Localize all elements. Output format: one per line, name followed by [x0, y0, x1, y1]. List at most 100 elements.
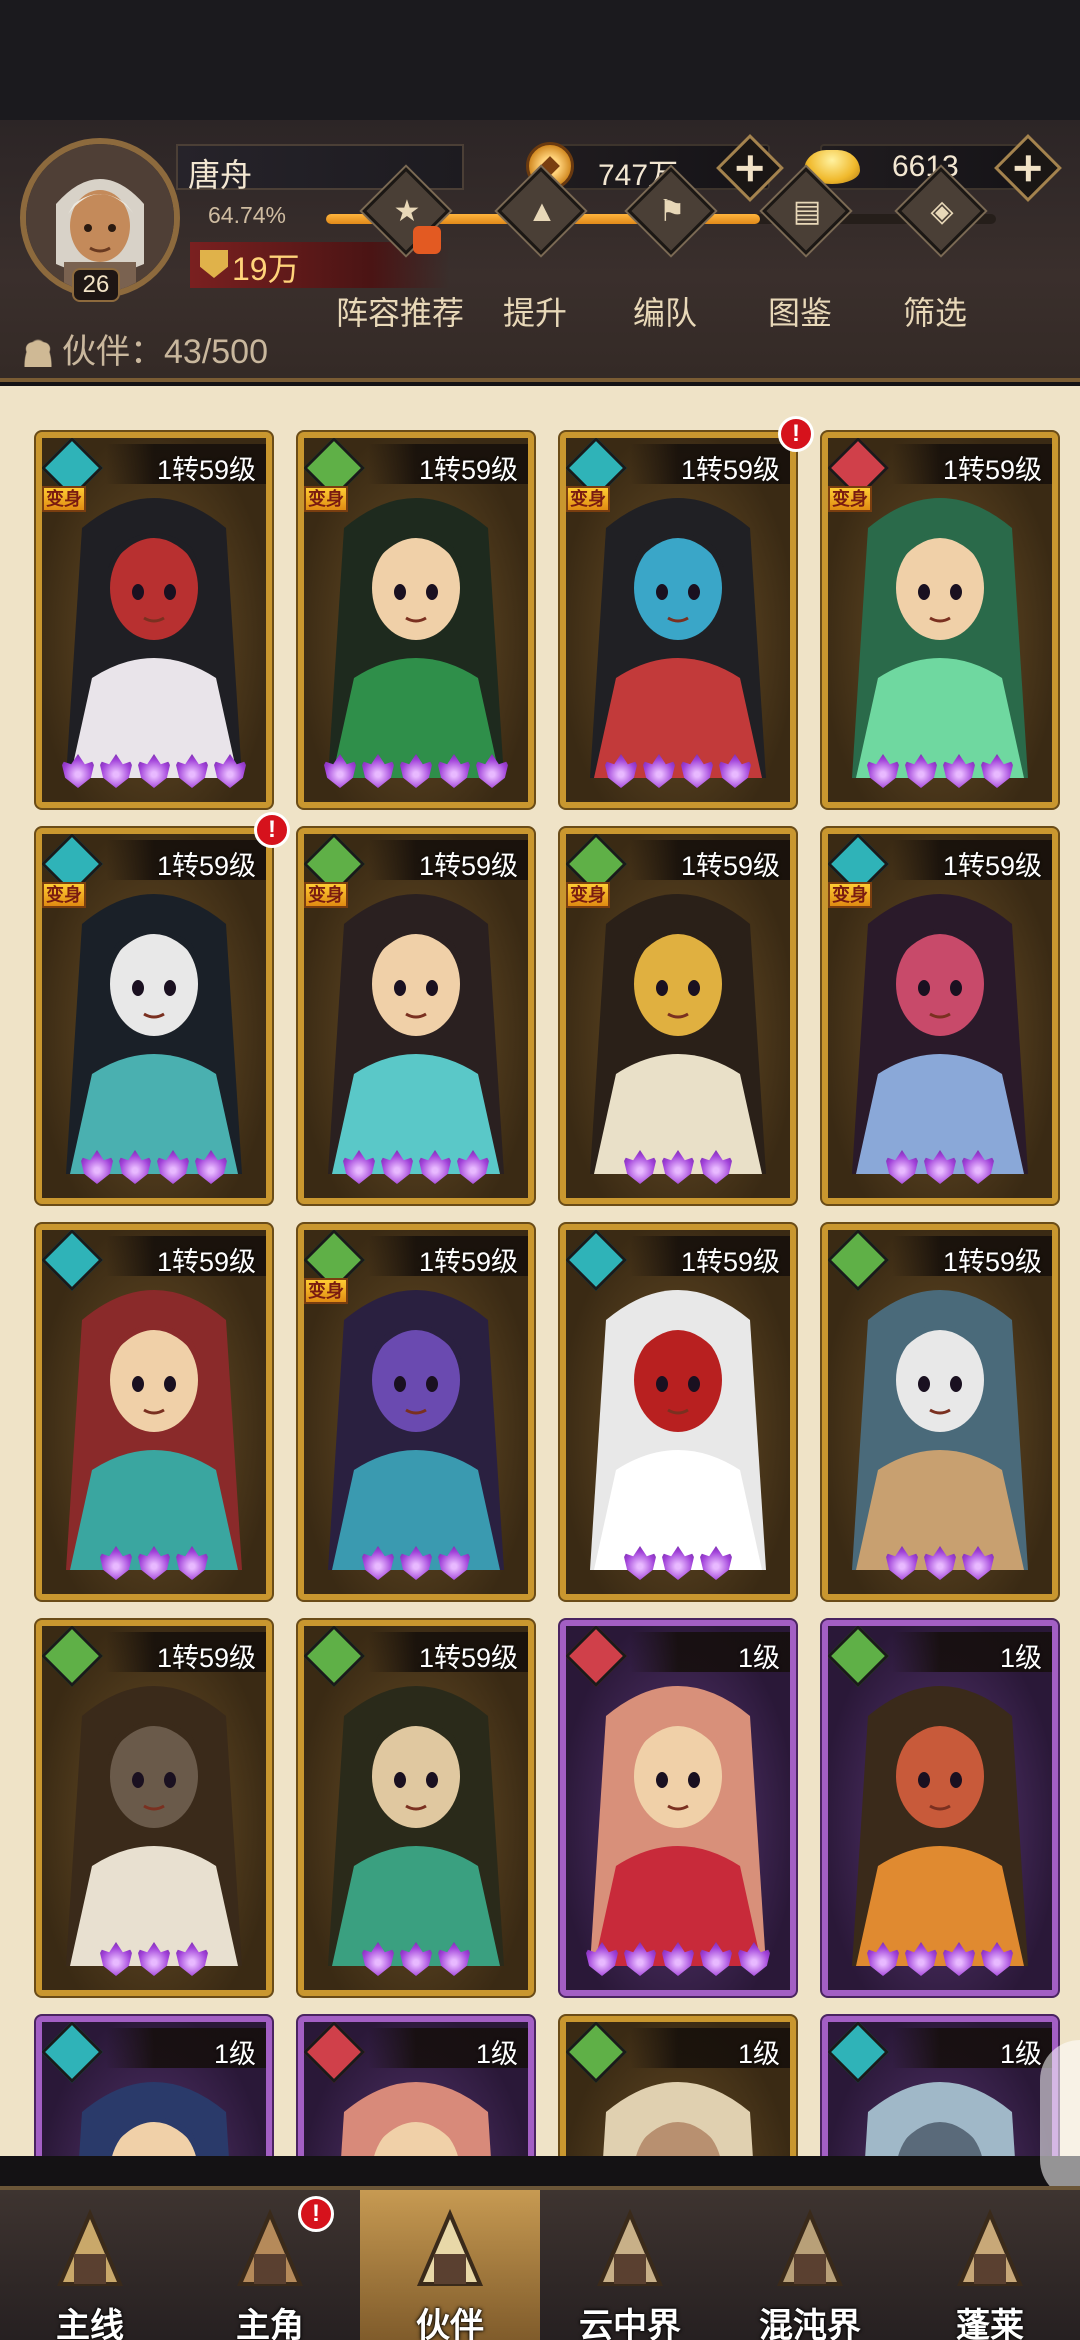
partner-card[interactable]: 1级: [560, 1620, 796, 1996]
nav-tab-2[interactable]: 伙伴: [360, 2190, 540, 2340]
partner-level: 1级: [737, 1643, 780, 1673]
partner-level: 1级: [999, 1643, 1042, 1673]
partner-portrait: [852, 894, 1028, 1174]
partner-portrait: [66, 498, 242, 778]
star-rank-icon: [399, 754, 433, 788]
transform-badge: 变身: [304, 486, 348, 512]
nav-tab-0[interactable]: 主线: [0, 2190, 180, 2340]
partner-card[interactable]: 1级: [36, 2016, 272, 2156]
star-rank-icon: [361, 754, 395, 788]
star-rank-icon: [866, 754, 900, 788]
partner-portrait: [328, 498, 504, 778]
partner-card[interactable]: 1转59级: [36, 1224, 272, 1600]
nav-label: 蓬莱: [956, 2307, 1024, 2340]
nav-tab-5[interactable]: 蓬莱: [900, 2190, 1080, 2340]
alert-dot-icon: !: [778, 416, 814, 452]
star-rank: [566, 1150, 790, 1190]
player-level: 26: [72, 268, 120, 302]
partner-card[interactable]: 1转59级: [36, 1620, 272, 1996]
transform-badge: 变身: [304, 882, 348, 908]
partner-level: 1级: [213, 2039, 256, 2069]
partner-card[interactable]: 1级: [560, 2016, 796, 2156]
star-rank-icon: [661, 1942, 695, 1976]
nav-tab-1[interactable]: ! 主角: [180, 2190, 360, 2340]
star-rank-icon: [604, 754, 638, 788]
action-filter-button[interactable]: ◈ 筛选: [870, 167, 1000, 380]
action-upgrade-button[interactable]: ▲ 提升: [470, 167, 600, 380]
partner-card[interactable]: 1级: [822, 1620, 1058, 1996]
partner-card[interactable]: 1转59级 变身: [560, 432, 796, 808]
action-label: 图鉴: [767, 295, 832, 331]
star-rank-icon: [961, 1546, 995, 1580]
partner-level: 1转59级: [156, 1643, 256, 1673]
partner-card[interactable]: 1转59级: [560, 1224, 796, 1600]
recommend-badge-icon: [413, 226, 441, 254]
partner-card[interactable]: 1转59级变身: [36, 432, 272, 808]
star-rank-icon: [623, 1942, 657, 1976]
partner-card[interactable]: 1转59级变身: [298, 828, 534, 1204]
star-rank-icon: [118, 1150, 152, 1184]
star-rank-icon: [980, 754, 1014, 788]
crossed-swords-icon: [56, 2208, 124, 2286]
partner-card[interactable]: 1转59级 变身: [298, 432, 534, 808]
star-rank-icon: [623, 1150, 657, 1184]
partner-card[interactable]: 1级: [822, 2016, 1058, 2156]
star-rank-icon: [942, 1942, 976, 1976]
partner-card[interactable]: 1转59级 变身: [36, 828, 272, 1204]
star-rank: [304, 1942, 528, 1982]
action-label: 阵容推荐: [335, 295, 464, 331]
transform-badge: 变身: [828, 486, 872, 512]
nav-label: 主角: [236, 2307, 304, 2340]
star-rank-icon: [699, 1150, 733, 1184]
nav-tab-3[interactable]: 云中界: [540, 2190, 720, 2340]
partner-card[interactable]: 1级: [298, 2016, 534, 2156]
star-rank-icon: [99, 1942, 133, 1976]
partner-card[interactable]: 1转59级: [822, 1224, 1058, 1600]
temple-icon: [776, 2208, 844, 2286]
star-rank-icon: [99, 754, 133, 788]
partner-level: 1转59级: [418, 851, 518, 881]
star-rank-icon: [437, 1546, 471, 1580]
action-recommend-button[interactable]: ★ 阵容推荐: [335, 167, 465, 380]
star-rank-icon: [361, 1546, 395, 1580]
partner-level: 1转59级: [680, 851, 780, 881]
star-rank-icon: [323, 754, 357, 788]
formation-icon: ⚑: [658, 195, 686, 228]
action-label: 筛选: [902, 295, 967, 331]
transform-badge: 变身: [566, 882, 610, 908]
partner-level: 1转59级: [942, 1247, 1042, 1277]
star-rank-icon: [399, 1546, 433, 1580]
transform-badge: 变身: [42, 486, 86, 512]
codex-icon: ▤: [792, 195, 822, 228]
sage-icon: [956, 2208, 1024, 2286]
player-name: 唐舟: [188, 157, 253, 193]
star-rank-icon: [80, 1150, 114, 1184]
star-rank-icon: [99, 1546, 133, 1580]
floating-side-handle[interactable]: [1040, 2040, 1080, 2200]
star-rank: [566, 754, 790, 794]
action-formation-button[interactable]: ⚑ 编队: [600, 167, 730, 380]
star-rank-icon: [885, 1546, 919, 1580]
partner-card[interactable]: 1转59级: [298, 1620, 534, 1996]
star-rank: [304, 754, 528, 794]
star-rank: [828, 754, 1052, 794]
star-rank-icon: [156, 1150, 190, 1184]
partner-level: 1级: [737, 2039, 780, 2069]
star-rank-icon: [137, 1546, 171, 1580]
star-rank: [42, 1150, 266, 1190]
star-rank: [42, 754, 266, 794]
partner-card[interactable]: 1转59级 变身: [822, 828, 1058, 1204]
alert-dot-icon: !: [254, 812, 290, 848]
star-rank-icon: [885, 1150, 919, 1184]
partner-card[interactable]: 1转59级 变身: [298, 1224, 534, 1600]
star-rank-icon: [175, 1942, 209, 1976]
star-rank-icon: [980, 1942, 1014, 1976]
partner-card[interactable]: 1转59级 变身: [822, 432, 1058, 808]
star-rank-icon: [961, 1150, 995, 1184]
partner-card[interactable]: 1转59级变身: [560, 828, 796, 1204]
nav-tab-4[interactable]: 混沌界: [720, 2190, 900, 2340]
partner-level: 1转59级: [156, 455, 256, 485]
nav-alert-dot-icon: !: [298, 2196, 334, 2232]
action-codex-button[interactable]: ▤ 图鉴: [735, 167, 865, 380]
partner-portrait: [590, 1290, 766, 1570]
